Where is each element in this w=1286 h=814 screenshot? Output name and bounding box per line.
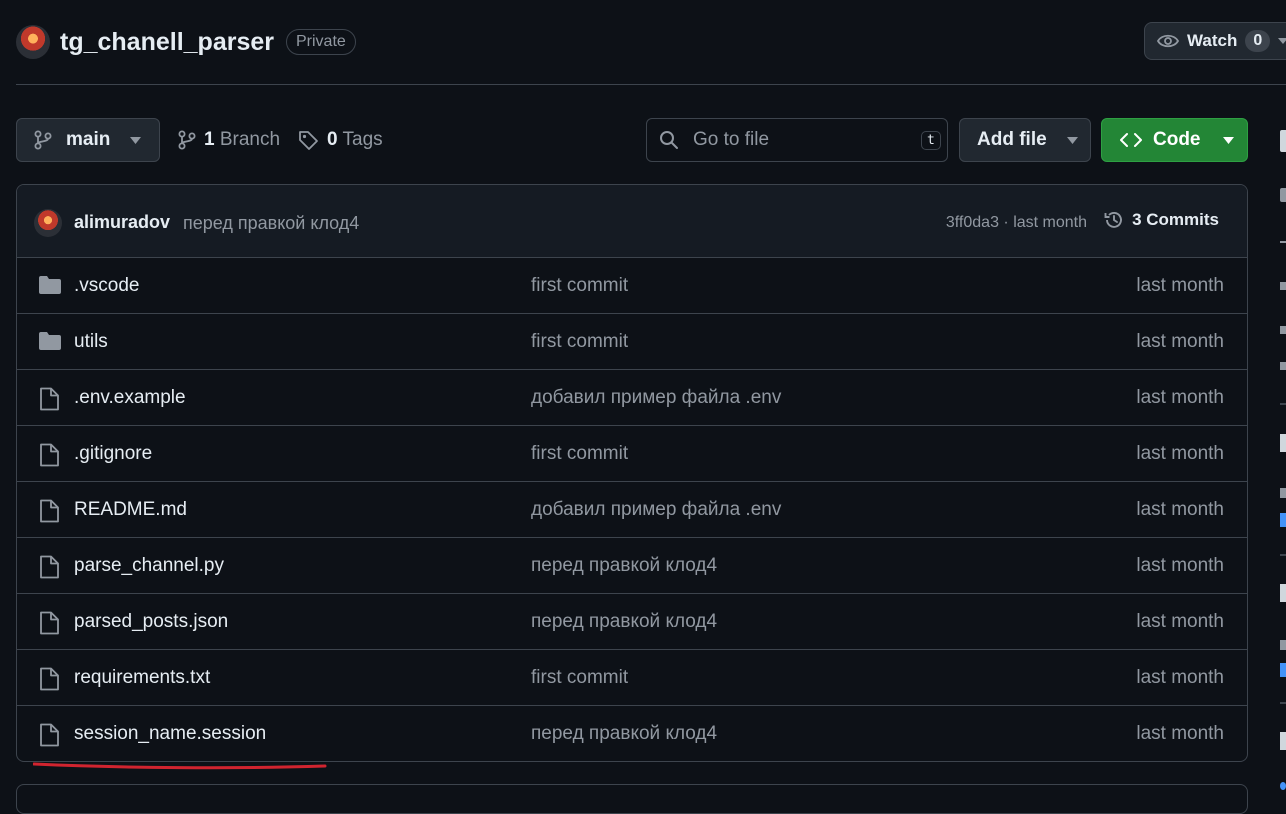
file-row[interactable]: parsed_posts.json перед правкой клод4 last…: [17, 594, 1247, 650]
file-commit-message[interactable]: first commit: [531, 314, 628, 370]
eye-icon: [1157, 33, 1179, 49]
watch-count: 0: [1245, 30, 1271, 52]
file-commit-message[interactable]: перед правкой клод4: [531, 538, 717, 594]
chevron-down-icon[interactable]: [1278, 38, 1286, 44]
file-list: .vscode first commit last month utils first …: [17, 258, 1247, 761]
file-commit-date: last month: [1136, 275, 1224, 296]
tags-link[interactable]: 0 Tags: [298, 129, 383, 151]
file-commit-date: last month: [1136, 611, 1224, 632]
file-icon: [38, 723, 60, 747]
file-name[interactable]: session_name.session: [74, 706, 266, 761]
file-row[interactable]: README.md добавил пример файла .env last m…: [17, 482, 1247, 538]
tag-count: 0: [327, 129, 338, 150]
visibility-badge: Private: [286, 29, 356, 55]
search-input[interactable]: [691, 128, 915, 152]
file-commit-message[interactable]: first commit: [531, 258, 628, 314]
branch-count: 1: [204, 129, 215, 150]
file-commit-message[interactable]: добавил пример файла .env: [531, 370, 781, 426]
code-icon: [1120, 132, 1142, 148]
commits-link[interactable]: 3 Commits: [1103, 209, 1219, 231]
file-row[interactable]: .gitignore first commit last month: [17, 426, 1247, 482]
file-name[interactable]: .vscode: [74, 258, 139, 314]
file-name[interactable]: README.md: [74, 482, 187, 538]
header-divider: [16, 84, 1286, 85]
branch-icon: [178, 130, 196, 150]
sidebar-clipped: [1268, 118, 1286, 800]
file-commit-message[interactable]: first commit: [531, 650, 628, 706]
file-icon: [38, 611, 60, 635]
commit-author[interactable]: alimuradov: [74, 212, 170, 233]
branch-label: Branch: [219, 129, 281, 150]
folder-icon: [38, 331, 62, 351]
add-file-button[interactable]: Add file: [959, 118, 1091, 162]
file-icon: [38, 387, 60, 411]
file-commit-date: last month: [1136, 723, 1224, 744]
search-icon: [659, 130, 679, 150]
branch-select-button[interactable]: main: [16, 118, 160, 162]
file-table: alimuradov перед правкой клод4 3ff0da3 ·…: [16, 184, 1248, 762]
file-commit-message[interactable]: first commit: [531, 426, 628, 482]
chevron-down-icon: [1222, 136, 1234, 144]
file-name[interactable]: parsed_posts.json: [74, 594, 228, 650]
commits-label: 3 Commits: [1132, 210, 1219, 229]
folder-icon: [38, 275, 62, 295]
branches-link[interactable]: 1 Branch: [178, 129, 280, 151]
history-icon: [1103, 209, 1125, 231]
file-name[interactable]: .env.example: [74, 370, 186, 426]
file-row[interactable]: .vscode first commit last month: [17, 258, 1247, 314]
file-commit-message[interactable]: перед правкой клод4: [531, 706, 717, 761]
file-name[interactable]: requirements.txt: [74, 650, 210, 706]
file-icon: [38, 443, 60, 467]
commit-hash-time[interactable]: 3ff0da3 · last month: [946, 214, 1087, 232]
file-row[interactable]: utils first commit last month: [17, 314, 1247, 370]
chevron-down-icon: [130, 136, 142, 144]
latest-commit-bar: alimuradov перед правкой клод4 3ff0da3 ·…: [17, 185, 1247, 258]
file-commit-message[interactable]: добавил пример файла .env: [531, 482, 781, 538]
file-row[interactable]: requirements.txt first commit last month: [17, 650, 1247, 706]
owner-avatar[interactable]: [16, 25, 50, 59]
file-name[interactable]: parse_channel.py: [74, 538, 224, 594]
file-commit-date: last month: [1136, 555, 1224, 576]
repo-name[interactable]: tg_chanell_parser: [60, 28, 274, 57]
search-shortcut-key: t: [921, 130, 941, 150]
file-commit-date: last month: [1136, 387, 1224, 408]
code-label: Code: [1153, 129, 1201, 150]
commit-message[interactable]: перед правкой клод4: [183, 213, 359, 234]
file-icon: [38, 667, 60, 691]
file-commit-message[interactable]: перед правкой клод4: [531, 594, 717, 650]
code-button[interactable]: Code: [1101, 118, 1248, 162]
annotation-underline: [33, 760, 327, 770]
author-avatar[interactable]: [34, 209, 62, 237]
chevron-down-icon: [1066, 136, 1078, 144]
file-commit-date: last month: [1136, 499, 1224, 520]
branch-icon: [34, 130, 52, 150]
tag-label: Tags: [342, 129, 383, 150]
add-file-label: Add file: [977, 129, 1047, 150]
watch-label: Watch: [1187, 31, 1238, 50]
file-commit-date: last month: [1136, 443, 1224, 464]
go-to-file-search[interactable]: t: [646, 118, 948, 162]
file-icon: [38, 555, 60, 579]
readme-box-edge: [16, 784, 1248, 814]
file-commit-date: last month: [1136, 667, 1224, 688]
file-row[interactable]: parse_channel.py перед правкой клод4 last …: [17, 538, 1247, 594]
file-name[interactable]: .gitignore: [74, 426, 152, 482]
file-commit-date: last month: [1136, 331, 1224, 352]
file-row[interactable]: session_name.session перед правкой клод4 l…: [17, 706, 1247, 761]
branch-name: main: [66, 129, 111, 150]
file-name[interactable]: utils: [74, 314, 108, 370]
file-icon: [38, 499, 60, 523]
watch-button[interactable]: Watch 0: [1144, 22, 1286, 60]
tag-icon: [298, 130, 319, 151]
file-row[interactable]: .env.example добавил пример файла .env las…: [17, 370, 1247, 426]
